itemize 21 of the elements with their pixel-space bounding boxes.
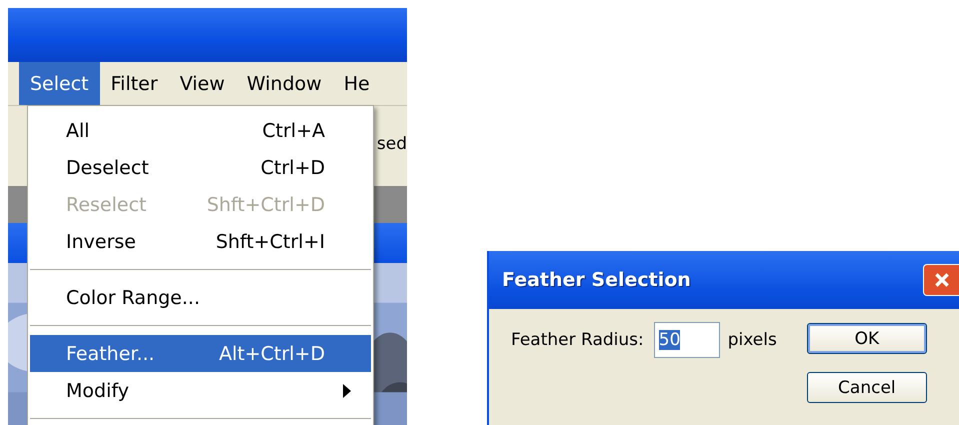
menu-title[interactable]: He (332, 62, 381, 105)
radius-input[interactable]: 50 (654, 322, 720, 358)
menu-item[interactable]: Modify (30, 372, 371, 409)
submenu-arrow-icon (343, 384, 351, 398)
menu-item[interactable]: Color Range... (30, 279, 371, 316)
toolbar-label: sed (376, 134, 407, 154)
close-icon (932, 271, 950, 289)
menu-item[interactable]: Deselect Ctrl+D (30, 149, 371, 186)
field-label: Feather Radius: (511, 330, 644, 350)
dialog-button[interactable]: OK (806, 323, 927, 354)
menu-title[interactable]: Window (236, 62, 333, 105)
menu-title[interactable]: Filter (100, 62, 169, 105)
close-button[interactable] (923, 264, 959, 296)
unit-label: pixels (728, 330, 777, 350)
menu-item[interactable]: Inverse Shft+Ctrl+I (30, 223, 371, 260)
menu-item[interactable]: Feather... Alt+Ctrl+D (30, 335, 371, 372)
menu-item[interactable]: All Ctrl+A (30, 112, 371, 149)
menu-title[interactable]: View (168, 62, 236, 105)
dialog-button[interactable]: Cancel (806, 372, 927, 403)
menu-title[interactable]: Select (19, 62, 100, 105)
dialog-title: Feather Selection (502, 269, 691, 291)
